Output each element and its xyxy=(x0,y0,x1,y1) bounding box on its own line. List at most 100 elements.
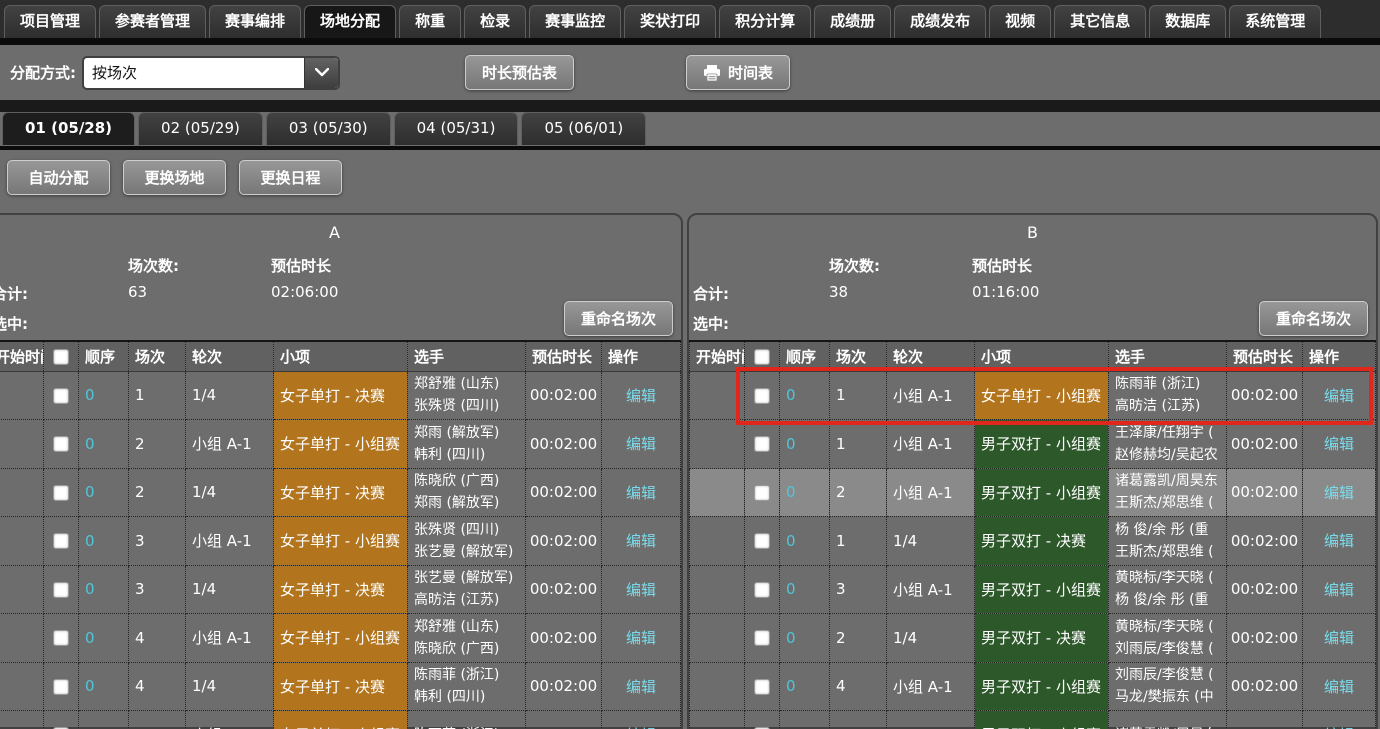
schedule-table-a: 开始时间顺序场次轮次小项选手预估时长操作 011/4女子单打 - 决赛郑舒雅 (… xyxy=(0,340,681,729)
table-row[interactable]: 021/4男子双打 - 决赛黄晓标/李天晓 (刘雨辰/李俊慧 (00:02:00… xyxy=(690,614,1376,663)
edit-link[interactable]: 编辑 xyxy=(626,581,656,599)
action-button-0[interactable]: 自动分配 xyxy=(7,160,110,195)
row-checkbox[interactable] xyxy=(53,582,69,598)
table-row[interactable]: 021/4女子单打 - 决赛陈晓欣 (广西)郑雨 (解放军)00:02:00编辑 xyxy=(0,468,681,517)
action-button-2[interactable]: 更换日程 xyxy=(239,160,342,195)
table-row[interactable]: 01小组 A-1男子双打 - 小组赛王泽康/任翔宇 (赵修赫均/吴起农00:02… xyxy=(690,420,1376,469)
date-tab-1[interactable]: 02 (05/29) xyxy=(138,112,263,145)
main-tab-8[interactable]: 积分计算 xyxy=(719,5,811,38)
main-tab-3[interactable]: 场地分配 xyxy=(304,5,396,38)
edit-link[interactable]: 编辑 xyxy=(1324,678,1354,696)
table-row[interactable]: 0小组 A-1女子单打 - 小组赛陈雨菲 (浙江)编辑 xyxy=(0,711,681,729)
main-tab-9[interactable]: 成绩册 xyxy=(814,5,891,38)
duration-cell: 00:02:00 xyxy=(526,662,602,711)
action-button-1[interactable]: 更换场地 xyxy=(123,160,226,195)
main-tab-2[interactable]: 赛事编排 xyxy=(209,5,301,38)
start-time-cell xyxy=(690,371,745,420)
select-all-checkbox[interactable] xyxy=(754,349,770,365)
edit-link[interactable]: 编辑 xyxy=(1324,532,1354,550)
allocation-mode-select[interactable]: 按场次 xyxy=(82,56,340,90)
table-row[interactable]: 0男子双打 - 小组赛诸葛露凯/周昊东编辑 xyxy=(690,711,1376,729)
edit-link[interactable]: 编辑 xyxy=(626,678,656,696)
edit-link[interactable]: 编辑 xyxy=(1324,581,1354,599)
table-row[interactable]: 02小组 A-1女子单打 - 小组赛郑雨 (解放军)韩利 (四川)00:02:0… xyxy=(0,420,681,469)
main-tab-10[interactable]: 成绩发布 xyxy=(894,5,986,38)
edit-link[interactable]: 编辑 xyxy=(1324,629,1354,647)
table-row[interactable]: 01小组 A-1女子单打 - 小组赛陈雨菲 (浙江)高昉洁 (江苏)00:02:… xyxy=(690,371,1376,420)
player-1: 诸葛露凯/周昊东 xyxy=(1115,470,1226,492)
date-tab-3[interactable]: 04 (05/31) xyxy=(394,112,519,145)
match-cell: 2 xyxy=(129,468,186,517)
edit-link[interactable]: 编辑 xyxy=(626,484,656,502)
row-checkbox[interactable] xyxy=(754,679,770,695)
checkbox-cell xyxy=(44,711,79,729)
match-cell: 1 xyxy=(129,371,186,420)
main-tab-5[interactable]: 检录 xyxy=(464,5,526,38)
row-checkbox[interactable] xyxy=(754,436,770,452)
main-tab-0[interactable]: 项目管理 xyxy=(4,5,96,38)
table-row[interactable]: 04小组 A-1女子单打 - 小组赛郑舒雅 (山东)陈晓欣 (广西)00:02:… xyxy=(0,614,681,663)
timetable-button[interactable]: 时间表 xyxy=(686,55,790,90)
player-1: 张艺曼 (解放军) xyxy=(414,567,525,589)
main-tab-11[interactable]: 视频 xyxy=(989,5,1051,38)
table-row[interactable]: 02小组 A-1男子双打 - 小组赛诸葛露凯/周昊东王斯杰/郑思维 (00:02… xyxy=(690,468,1376,517)
edit-link[interactable]: 编辑 xyxy=(626,532,656,550)
match-cell: 2 xyxy=(830,468,887,517)
edit-link[interactable]: 编辑 xyxy=(1324,484,1354,502)
select-all-checkbox[interactable] xyxy=(53,349,69,365)
row-checkbox[interactable] xyxy=(53,388,69,404)
seq-cell: 0 xyxy=(79,420,129,469)
row-checkbox[interactable] xyxy=(53,533,69,549)
date-tab-2[interactable]: 03 (05/30) xyxy=(266,112,391,145)
date-tab-4[interactable]: 05 (06/01) xyxy=(521,112,646,145)
row-checkbox[interactable] xyxy=(754,485,770,501)
row-checkbox[interactable] xyxy=(53,485,69,501)
table-row[interactable]: 04小组 A-1男子双打 - 小组赛刘雨辰/李俊慧 (马龙/樊振东 (中00:0… xyxy=(690,662,1376,711)
duration-estimate-button[interactable]: 时长预估表 xyxy=(465,55,574,90)
row-checkbox[interactable] xyxy=(53,436,69,452)
rename-matches-button[interactable]: 重命名场次 xyxy=(564,301,673,336)
select-all-checkbox[interactable] xyxy=(745,341,780,371)
table-row[interactable]: 011/4男子双打 - 决赛杨 俊/余 彤 (重王斯杰/郑思维 (00:02:0… xyxy=(690,517,1376,566)
row-checkbox[interactable] xyxy=(53,679,69,695)
seq-cell: 0 xyxy=(79,711,129,729)
table-row[interactable]: 03小组 A-1男子双打 - 小组赛黄晓标/李天晓 (杨 俊/余 彤 (重00:… xyxy=(690,565,1376,614)
main-tab-14[interactable]: 系统管理 xyxy=(1229,5,1321,38)
action-cell: 编辑 xyxy=(602,420,681,469)
row-checkbox[interactable] xyxy=(754,533,770,549)
table-row[interactable]: 03小组 A-1女子单打 - 小组赛张殊贤 (四川)张艺曼 (解放军)00:02… xyxy=(0,517,681,566)
header-row: 开始时间顺序场次轮次小项选手预估时长操作 xyxy=(690,341,1376,371)
edit-link[interactable]: 编辑 xyxy=(1324,387,1354,405)
row-checkbox[interactable] xyxy=(53,630,69,646)
row-checkbox[interactable] xyxy=(754,630,770,646)
checkbox-cell xyxy=(745,468,780,517)
main-tab-7[interactable]: 奖状打印 xyxy=(624,5,716,38)
table-row[interactable]: 011/4女子单打 - 决赛郑舒雅 (山东)张殊贤 (四川)00:02:00编辑 xyxy=(0,371,681,420)
player-2: 韩利 (四川) xyxy=(414,444,525,466)
player-1: 陈雨菲 (浙江) xyxy=(1115,373,1226,395)
table-row[interactable]: 041/4女子单打 - 决赛陈雨菲 (浙江)韩利 (四川)00:02:00编辑 xyxy=(0,662,681,711)
round-cell: 1/4 xyxy=(186,662,274,711)
main-tab-12[interactable]: 其它信息 xyxy=(1054,5,1146,38)
main-tab-13[interactable]: 数据库 xyxy=(1149,5,1226,38)
main-tab-6[interactable]: 赛事监控 xyxy=(529,5,621,38)
total-label: 合计: xyxy=(0,283,28,304)
main-tab-4[interactable]: 称重 xyxy=(399,5,461,38)
edit-link[interactable]: 编辑 xyxy=(626,387,656,405)
action-cell: 编辑 xyxy=(602,711,681,729)
edit-link[interactable]: 编辑 xyxy=(626,435,656,453)
action-cell: 编辑 xyxy=(602,614,681,663)
date-tab-0[interactable]: 01 (05/28) xyxy=(2,112,135,145)
column-start-time: 开始时间 xyxy=(0,341,44,371)
table-row[interactable]: 031/4女子单打 - 决赛张艺曼 (解放军)高昉洁 (江苏)00:02:00编… xyxy=(0,565,681,614)
chevron-down-icon[interactable] xyxy=(304,58,338,88)
row-checkbox[interactable] xyxy=(754,582,770,598)
edit-link[interactable]: 编辑 xyxy=(626,629,656,647)
match-cell: 2 xyxy=(830,614,887,663)
duration-cell: 00:02:00 xyxy=(526,517,602,566)
main-tab-1[interactable]: 参赛者管理 xyxy=(99,5,206,38)
select-all-checkbox[interactable] xyxy=(44,341,79,371)
edit-link[interactable]: 编辑 xyxy=(1324,435,1354,453)
rename-matches-button[interactable]: 重命名场次 xyxy=(1259,301,1368,336)
row-checkbox[interactable] xyxy=(754,388,770,404)
